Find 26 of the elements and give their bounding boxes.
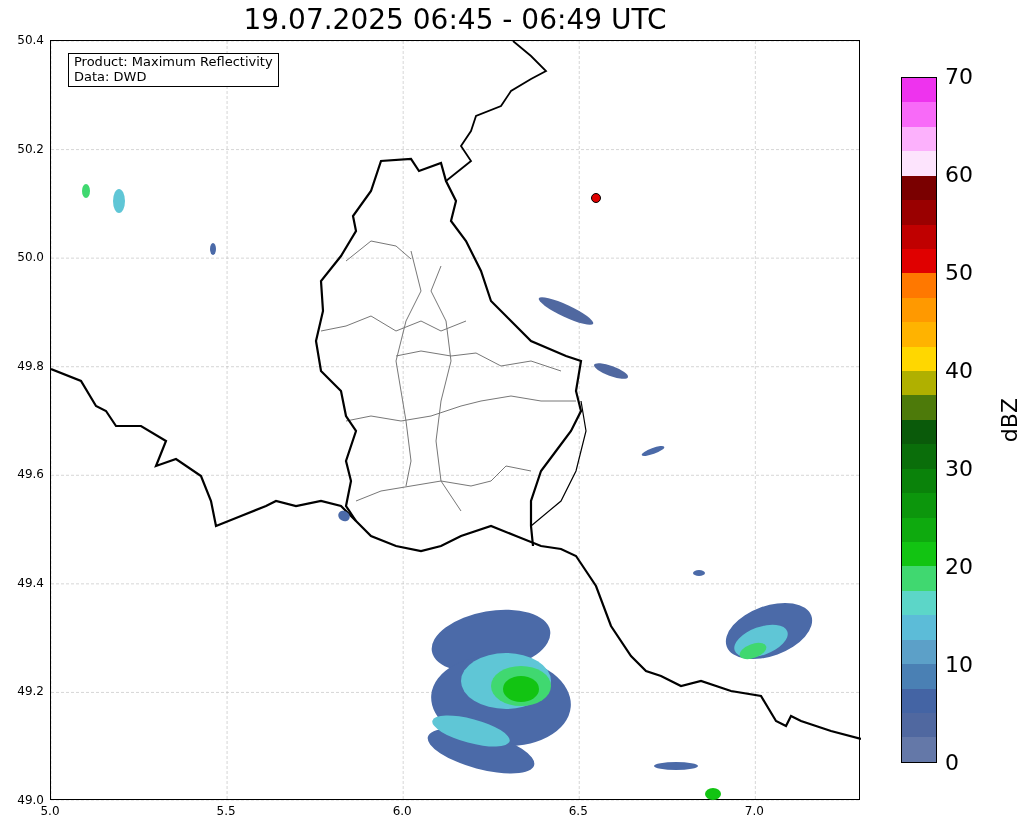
x-axis-label: 5.5 bbox=[216, 805, 236, 817]
y-axis-label: 49.8 bbox=[17, 359, 44, 372]
legend-text: Data: DWD bbox=[74, 69, 148, 85]
y-axis-label: 49.4 bbox=[17, 576, 44, 589]
y-axis-label: 49.6 bbox=[17, 468, 44, 481]
colorbar-tick-label: 20 bbox=[945, 556, 973, 578]
colorbar-tick-label: 0 bbox=[945, 752, 959, 774]
y-axis-label: 49.2 bbox=[17, 685, 44, 698]
colorbar-tick-label: 40 bbox=[945, 360, 973, 382]
colorbar-tick-label: 30 bbox=[945, 458, 973, 480]
y-axis-label: 50.4 bbox=[17, 34, 44, 46]
x-axis-label: 6.5 bbox=[568, 805, 588, 817]
chart-title: 19.07.2025 06:45 - 06:49 UTC bbox=[243, 2, 667, 38]
colorbar-tick-label: 50 bbox=[945, 262, 973, 284]
x-axis-label: 7.0 bbox=[744, 805, 764, 817]
colorbar-tick-label: 70 bbox=[945, 66, 973, 88]
x-axis-label: 5.0 bbox=[40, 805, 60, 817]
legend-text: Product: Maximum Reflectivity bbox=[74, 55, 273, 70]
colorbar-tick-label: 60 bbox=[945, 164, 973, 186]
colorbar-label: dBZ bbox=[996, 397, 1023, 443]
colorbar-tick-label: 10 bbox=[945, 654, 973, 676]
y-axis-label: 50.2 bbox=[17, 142, 44, 155]
y-axis-label: 50.0 bbox=[17, 251, 44, 264]
location-marker bbox=[591, 193, 601, 203]
y-axis-label: 49.0 bbox=[17, 794, 44, 806]
x-axis-label: 6.0 bbox=[392, 805, 412, 817]
